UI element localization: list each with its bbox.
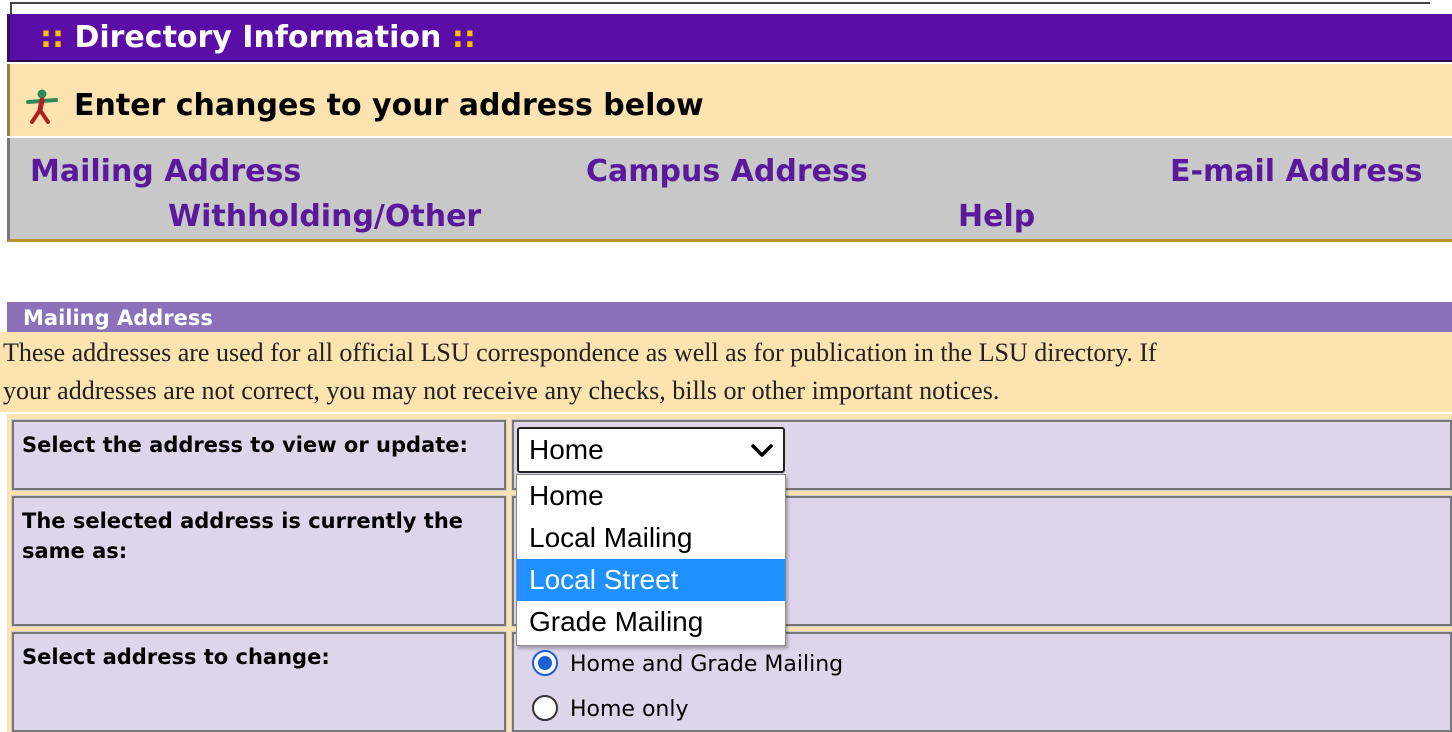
page-title: :: Directory Information :: [40,20,476,55]
nav-campus-address[interactable]: Campus Address [586,154,868,189]
title-prefix: :: [40,20,64,55]
intro-text: These addresses are used for all officia… [0,332,1452,412]
same-as-label-cell: The selected address is currently the sa… [11,495,507,627]
select-address-label-cell: Select the address to view or update: [11,419,507,491]
option-home[interactable]: Home [517,475,785,517]
nav-withholding-other[interactable]: Withholding/Other [168,199,481,234]
address-dropdown-list: Home Local Mailing Local Street Grade Ma… [516,474,786,646]
nav-bar: Mailing Address Campus Address E-mail Ad… [7,138,1452,242]
person-walking-icon [26,89,58,124]
select-address-label: Select the address to view or update: [22,433,468,457]
chevron-down-icon [751,444,773,457]
header-bar: :: Directory Information :: [7,2,1452,62]
info-message: Enter changes to your address below [74,88,704,123]
nav-email-address[interactable]: E-mail Address [1170,154,1422,189]
nav-help[interactable]: Help [958,199,1035,234]
section-header: Mailing Address [7,302,1452,332]
radio-label: Home and Grade Mailing [570,652,844,677]
option-grade-mailing[interactable]: Grade Mailing [517,601,785,643]
intro-line: your addresses are not correct, you may … [3,376,1000,405]
info-bar: Enter changes to your address below [7,64,1452,136]
change-address-label: Select address to change: [22,645,330,669]
radio-button-checked[interactable] [532,650,558,676]
title-suffix: :: [451,20,476,55]
radio-label: Home only [570,697,689,722]
select-value: Home [529,434,604,465]
section-title: Mailing Address [23,306,213,330]
change-address-label-cell: Select address to change: [11,631,507,732]
nav-mailing-address[interactable]: Mailing Address [30,154,301,189]
address-select[interactable]: Home [517,427,785,473]
option-local-street[interactable]: Local Street [517,559,785,601]
radio-button[interactable] [532,695,558,721]
intro-line: These addresses are used for all officia… [3,338,1157,367]
option-local-mailing[interactable]: Local Mailing [517,517,785,559]
title-text: Directory Information [74,20,442,55]
same-as-label: The selected address is currently the sa… [22,509,464,563]
